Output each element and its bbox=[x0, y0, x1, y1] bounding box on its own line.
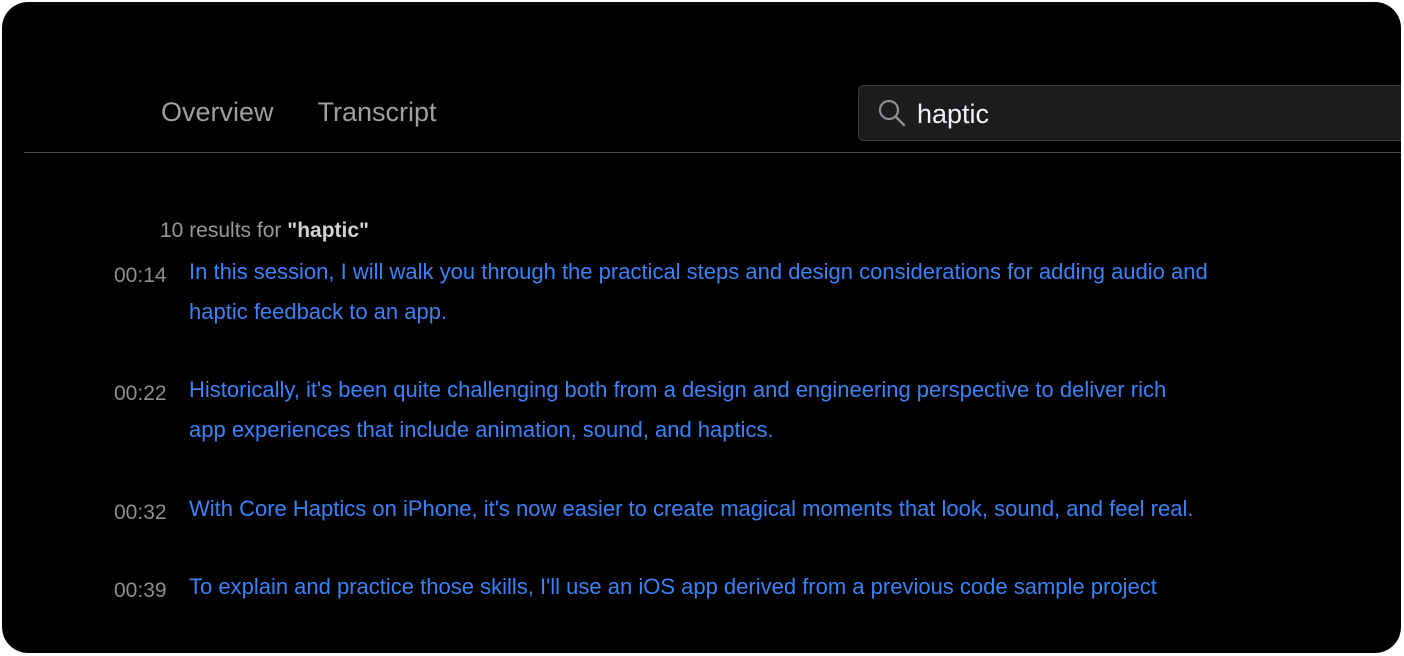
result-text-line[interactable]: In this session, I will walk you through… bbox=[189, 252, 1309, 292]
result-timestamp[interactable]: 00:14 bbox=[114, 264, 184, 288]
tab-bar: Overview Transcript bbox=[161, 94, 437, 130]
result-timestamp[interactable]: 00:22 bbox=[114, 382, 184, 406]
search-icon bbox=[878, 99, 906, 127]
tab-overview[interactable]: Overview bbox=[161, 94, 274, 130]
results-count-prefix: 10 results for bbox=[160, 219, 288, 242]
results-count: 10 results for "haptic" bbox=[160, 217, 369, 245]
search-input[interactable] bbox=[917, 96, 1397, 132]
app-window: Overview Transcript 10 results for "hapt… bbox=[2, 2, 1401, 653]
search-field[interactable] bbox=[858, 85, 1401, 141]
result-text-line[interactable]: haptic feedback to an app. bbox=[189, 292, 1309, 332]
result-text-line[interactable]: To explain and practice those skills, I'… bbox=[189, 567, 1309, 607]
tab-divider bbox=[24, 152, 1401, 153]
result-timestamp[interactable]: 00:32 bbox=[114, 501, 184, 525]
tab-transcript[interactable]: Transcript bbox=[318, 94, 437, 130]
result-timestamp[interactable]: 00:39 bbox=[114, 579, 184, 603]
result-text-line[interactable]: Historically, it's been quite challengin… bbox=[189, 370, 1309, 410]
result-text-line[interactable]: app experiences that include animation, … bbox=[189, 410, 1309, 450]
result-text-line[interactable]: With Core Haptics on iPhone, it's now ea… bbox=[189, 489, 1309, 529]
results-query: "haptic" bbox=[287, 219, 369, 242]
